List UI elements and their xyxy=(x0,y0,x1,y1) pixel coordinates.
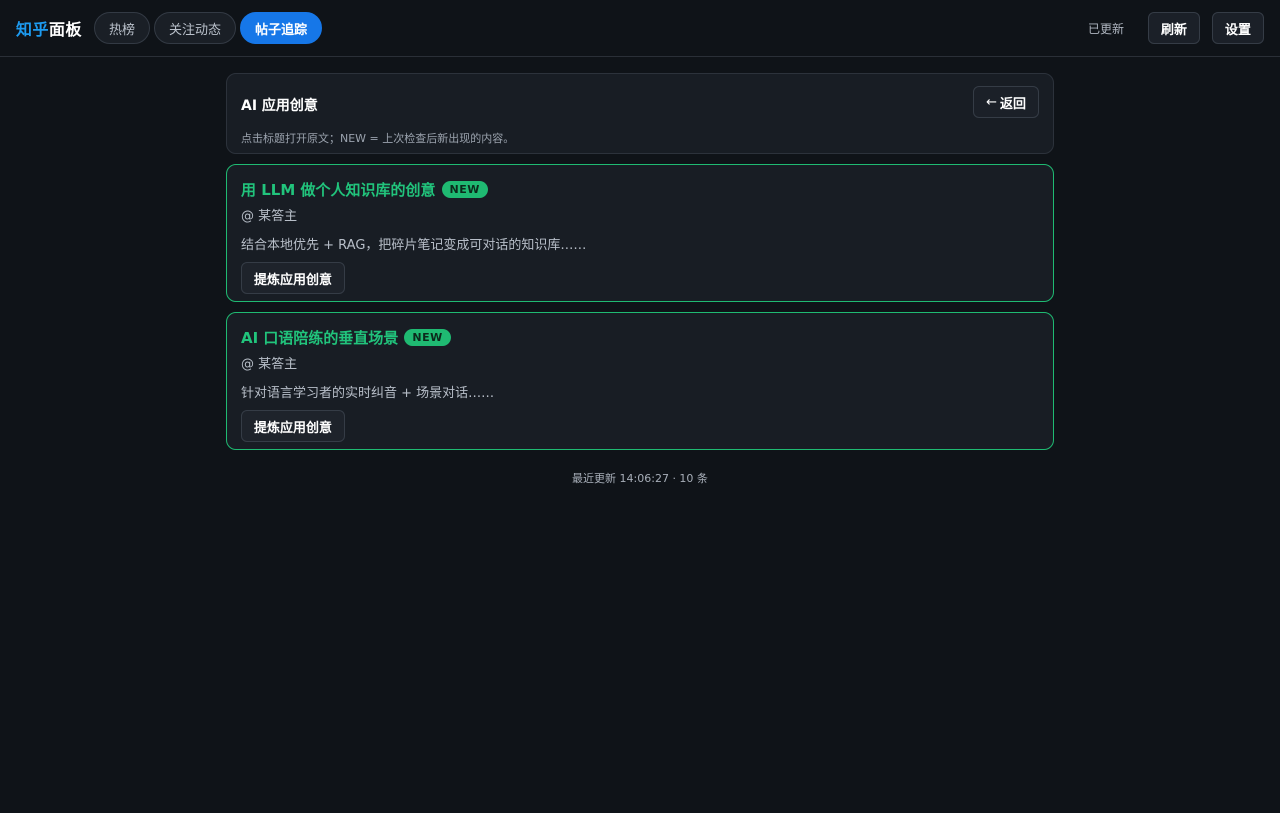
back-button[interactable]: ← 返回 xyxy=(973,86,1039,118)
extract-idea-button[interactable]: 提炼应用创意 xyxy=(241,262,346,294)
post-excerpt: 结合本地优先 + RAG，把碎片笔记变成可对话的知识库…… xyxy=(241,238,587,253)
post-card: 用 LLM 做个人知识库的创意 NEW @ 某答主 结合本地优先 + RAG，把… xyxy=(226,164,1054,302)
post-author: @ 某答主 xyxy=(241,357,298,372)
back-button-label: 返回 xyxy=(999,96,1026,112)
post-title-link[interactable]: 用 LLM 做个人知识库的创意 xyxy=(241,179,436,200)
post-excerpt: 针对语言学习者的实时纠音 + 场景对话…… xyxy=(241,386,495,401)
refresh-button[interactable]: 刷新 xyxy=(1147,12,1200,44)
extract-idea-button[interactable]: 提炼应用创意 xyxy=(241,410,346,442)
tab-following-feed[interactable]: 关注动态 xyxy=(154,12,237,44)
tab-hot-list[interactable]: 热榜 xyxy=(94,12,151,44)
tab-post-tracking[interactable]: 帖子追踪 xyxy=(240,12,323,44)
post-title-row: 用 LLM 做个人知识库的创意 NEW xyxy=(241,177,1039,201)
brand-part-2: 面板 xyxy=(49,20,83,39)
last-updated-footer: 最近更新 14:06:27 · 10 条 xyxy=(572,472,708,485)
update-status: 已更新 xyxy=(1087,21,1124,36)
main-content: AI 应用创意 点击标题打开原文；NEW = 上次检查后新出现的内容。 ← 返回… xyxy=(226,73,1054,486)
back-arrow-icon: ← xyxy=(986,94,997,110)
post-card: AI 口语陪练的垂直场景 NEW @ 某答主 针对语言学习者的实时纠音 + 场景… xyxy=(226,312,1054,450)
topic-hint: 点击标题打开原文；NEW = 上次检查后新出现的内容。 xyxy=(241,132,515,145)
brand-logo: 知乎面板 xyxy=(16,16,82,40)
topic-header-card: AI 应用创意 点击标题打开原文；NEW = 上次检查后新出现的内容。 ← 返回 xyxy=(226,73,1054,154)
brand-part-1: 知乎 xyxy=(16,20,50,39)
post-author: @ 某答主 xyxy=(241,209,298,224)
new-badge: NEW xyxy=(404,328,451,346)
post-title-link[interactable]: AI 口语陪练的垂直场景 xyxy=(241,327,398,348)
settings-button[interactable]: 设置 xyxy=(1211,12,1264,44)
top-bar: 知乎面板 热榜 关注动态 帖子追踪 已更新 刷新 设置 xyxy=(0,0,1280,57)
topic-title: AI 应用创意 xyxy=(241,98,318,114)
new-badge: NEW xyxy=(441,180,488,198)
post-title-row: AI 口语陪练的垂直场景 NEW xyxy=(241,325,1039,349)
